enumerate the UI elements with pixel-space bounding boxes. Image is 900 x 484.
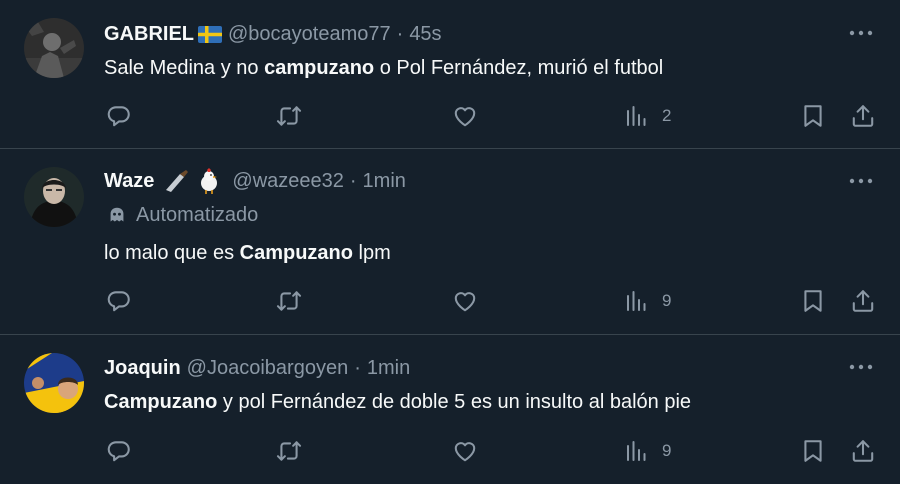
views-count: 2 [662, 106, 672, 125]
reply-icon [106, 438, 132, 464]
timestamp[interactable]: 1min [363, 170, 406, 193]
views-button[interactable]: 9 [624, 286, 671, 316]
reply-button[interactable] [106, 436, 132, 466]
display-name[interactable]: Joaquin [104, 357, 181, 380]
more-icon [846, 23, 876, 43]
more-options-button[interactable] [846, 171, 876, 191]
like-button[interactable] [452, 436, 478, 466]
tweet-header: GABRIEL @bocayoteamo77 · 45s [104, 21, 442, 47]
share-icon [850, 103, 876, 129]
retweet-button[interactable] [276, 436, 302, 466]
automated-label-text: Automatizado [136, 204, 259, 226]
tweet-actions: 9 [104, 286, 876, 316]
tweet-text-part: lpm [352, 242, 391, 264]
avatar-image [24, 353, 84, 413]
reply-icon [106, 103, 132, 129]
bookmark-icon [800, 288, 826, 314]
bookmark-button[interactable] [800, 286, 826, 316]
separator-dot: · [354, 356, 361, 379]
retweet-icon [276, 288, 302, 314]
tweet-text-highlight: Campuzano [104, 391, 218, 413]
views-count: 9 [662, 441, 672, 460]
tweet-header: Waze @wazeee32 · 1min [104, 168, 406, 194]
views-button[interactable]: 2 [624, 101, 671, 131]
bookmark-button[interactable] [800, 436, 826, 466]
separator-dot: · [349, 169, 357, 192]
views-button[interactable]: 9 [624, 436, 671, 466]
share-button[interactable] [850, 101, 876, 131]
avatar-image [24, 18, 84, 78]
like-button[interactable] [452, 286, 478, 316]
display-name[interactable]: Waze [104, 170, 154, 193]
views-icon [624, 439, 648, 463]
tweet-text: Sale Medina y no campuzano o Pol Fernánd… [104, 55, 663, 81]
like-button[interactable] [452, 101, 478, 131]
retweet-button[interactable] [276, 101, 302, 131]
display-name[interactable]: GABRIEL [104, 23, 194, 46]
bookmark-button[interactable] [800, 101, 826, 131]
avatar-image [24, 167, 84, 227]
tweet[interactable]: Joaquin @Joacoibargoyen · 1min Campuzano… [0, 335, 900, 484]
more-icon [846, 171, 876, 191]
tweet-text-highlight: Campuzano [239, 242, 353, 264]
tweet[interactable]: Waze @wazeee32 · 1min Automatizado lo ma… [0, 149, 900, 335]
timestamp[interactable]: 1min [367, 357, 410, 380]
avatar[interactable] [24, 353, 84, 413]
bookmark-icon [800, 438, 826, 464]
views-icon [624, 289, 648, 313]
user-handle[interactable]: @wazeee32 [232, 170, 343, 193]
like-icon [452, 288, 478, 314]
automated-account-label[interactable]: Automatizado [106, 204, 258, 227]
tweet-text: lo malo que es Campuzano lpm [104, 240, 391, 266]
more-icon [846, 357, 876, 377]
tweet-text-part: lo malo que es [104, 242, 240, 264]
user-handle[interactable]: @bocayoteamo77 [228, 23, 391, 46]
tweet-text-part: o Pol Fernández, murió el futbol [374, 57, 664, 79]
reply-button[interactable] [106, 101, 132, 131]
retweet-button[interactable] [276, 286, 302, 316]
share-button[interactable] [850, 436, 876, 466]
tweet-actions: 9 [104, 436, 876, 466]
share-button[interactable] [850, 286, 876, 316]
avatar[interactable] [24, 167, 84, 227]
bot-icon [106, 205, 128, 227]
tweet[interactable]: GABRIEL @bocayoteamo77 · 45s Sale Medina… [0, 0, 900, 149]
share-icon [850, 288, 876, 314]
knife-and-chicken-emoji-icon [162, 168, 222, 194]
like-icon [452, 438, 478, 464]
more-options-button[interactable] [846, 23, 876, 43]
retweet-icon [276, 438, 302, 464]
tweet-text-highlight: campuzano [264, 57, 375, 79]
separator-dot: · [396, 22, 404, 45]
user-handle[interactable]: @Joacoibargoyen [187, 357, 349, 380]
reply-icon [106, 288, 132, 314]
views-icon [624, 104, 648, 128]
flag-sweden-icon [198, 25, 222, 43]
share-icon [850, 438, 876, 464]
reply-button[interactable] [106, 286, 132, 316]
views-count: 9 [662, 291, 672, 310]
more-options-button[interactable] [846, 357, 876, 377]
tweet-text-part: Sale Medina y no [104, 57, 265, 79]
tweet-text: Campuzano y pol Fernández de doble 5 es … [104, 389, 691, 415]
bookmark-icon [800, 103, 826, 129]
retweet-icon [276, 103, 302, 129]
tweet-header: Joaquin @Joacoibargoyen · 1min [104, 355, 410, 381]
tweet-text-part: y pol Fernández de doble 5 es un insulto… [217, 391, 692, 413]
timestamp[interactable]: 45s [409, 23, 441, 46]
avatar[interactable] [24, 18, 84, 78]
tweet-actions: 2 [104, 101, 876, 131]
like-icon [452, 103, 478, 129]
